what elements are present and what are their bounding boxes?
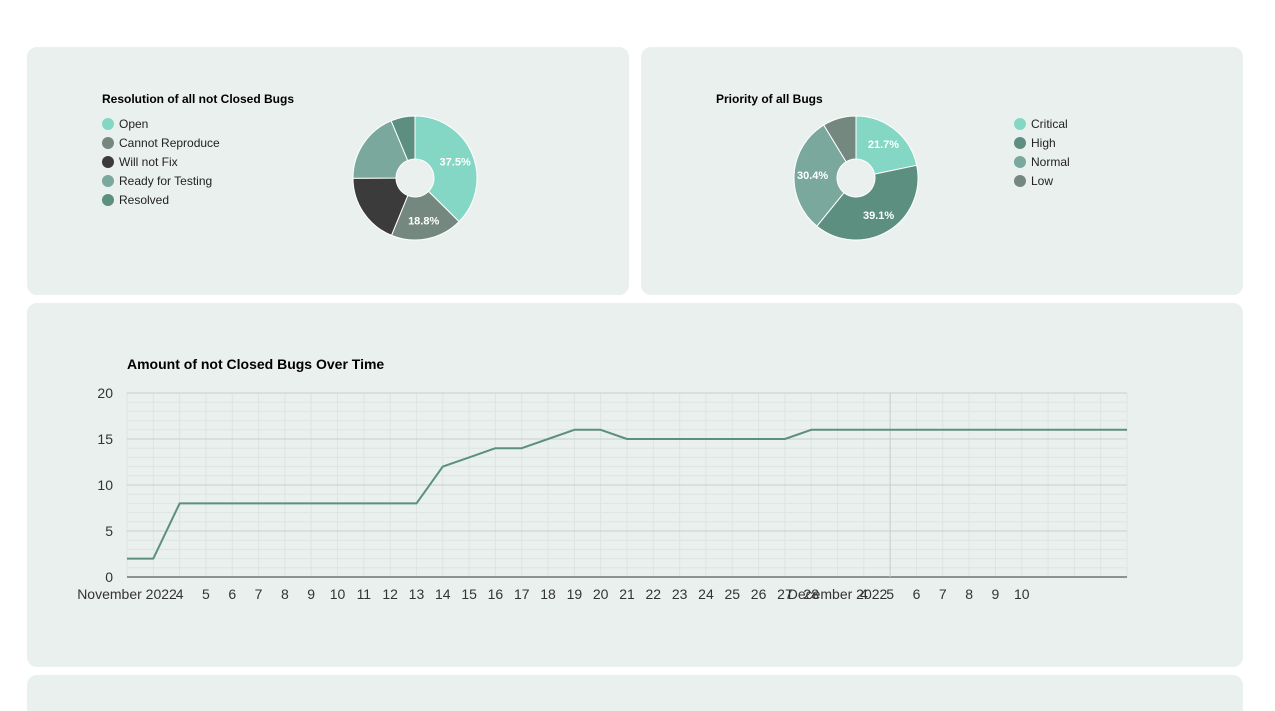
x-tick-label: 8 — [281, 586, 289, 602]
x-tick-label: 12 — [382, 586, 398, 602]
slice-label-cannot-reproduce: 18.8% — [408, 216, 439, 228]
x-tick-label: 13 — [409, 586, 425, 602]
x-tick-label: 15 — [461, 586, 477, 602]
x-tick-label: December 2022 — [788, 586, 888, 602]
x-tick-label: 25 — [724, 586, 740, 602]
slice-label-normal: 30.4% — [797, 170, 828, 182]
bugs-over-time-line-chart: 05101520November 20224 5 6 7 8 9 10 11 12 13 14 15 1… — [77, 385, 1128, 602]
y-tick-label: 5 — [105, 523, 113, 539]
x-tick-label: 5 — [202, 586, 210, 602]
slice-label-critical: 21.7% — [868, 139, 899, 151]
x-tick-label: 17 — [514, 586, 530, 602]
resolution-donut-chart: 37.5% 18.8% — [352, 115, 478, 241]
x-tick-label: 14 — [435, 586, 451, 602]
x-tick-label: 24 — [698, 586, 714, 602]
resolution-chart-panel: Resolution of all not Closed Bugs Open Ca… — [27, 47, 629, 295]
x-tick-label: 5 — [886, 586, 894, 602]
x-tick-label: 9 — [307, 586, 315, 602]
x-tick-label: 10 — [330, 586, 346, 602]
x-tick-label: 23 — [672, 586, 688, 602]
priority-donut-chart: 21.7% 39.1% 30.4% — [793, 115, 919, 241]
x-tick-label: 16 — [488, 586, 504, 602]
x-tick-label: 7 — [255, 586, 263, 602]
x-tick-label: 20 — [593, 586, 609, 602]
y-tick-label: 20 — [97, 385, 113, 401]
x-tick-label: 7 — [939, 586, 947, 602]
slice-label-high: 39.1% — [863, 210, 894, 222]
x-tick-label: 8 — [965, 586, 973, 602]
x-tick-label: 21 — [619, 586, 635, 602]
x-tick-label: November 2022 — [77, 586, 177, 602]
y-tick-label: 15 — [97, 431, 113, 447]
priority-chart-panel: Priority of all Bugs Critical High Normal L… — [641, 47, 1243, 295]
x-tick-label: 4 — [176, 586, 184, 602]
x-tick-label: 10 — [1014, 586, 1030, 602]
y-tick-label: 10 — [97, 477, 113, 493]
bottom-panel — [27, 675, 1243, 711]
x-tick-label: 9 — [992, 586, 1000, 602]
slice-label-open: 37.5% — [440, 156, 471, 168]
x-tick-label: 11 — [357, 586, 372, 602]
x-tick-label: 19 — [567, 586, 583, 602]
x-tick-label: 18 — [540, 586, 556, 602]
x-tick-label: 26 — [751, 586, 767, 602]
y-tick-label: 0 — [105, 569, 113, 585]
x-tick-label: 4 — [860, 586, 868, 602]
x-tick-label: 6 — [913, 586, 921, 602]
x-tick-label: 22 — [646, 586, 662, 602]
bugs-over-time-panel: Amount of not Closed Bugs Over Time 0 5 10… — [27, 303, 1243, 667]
x-tick-label: 6 — [228, 586, 236, 602]
